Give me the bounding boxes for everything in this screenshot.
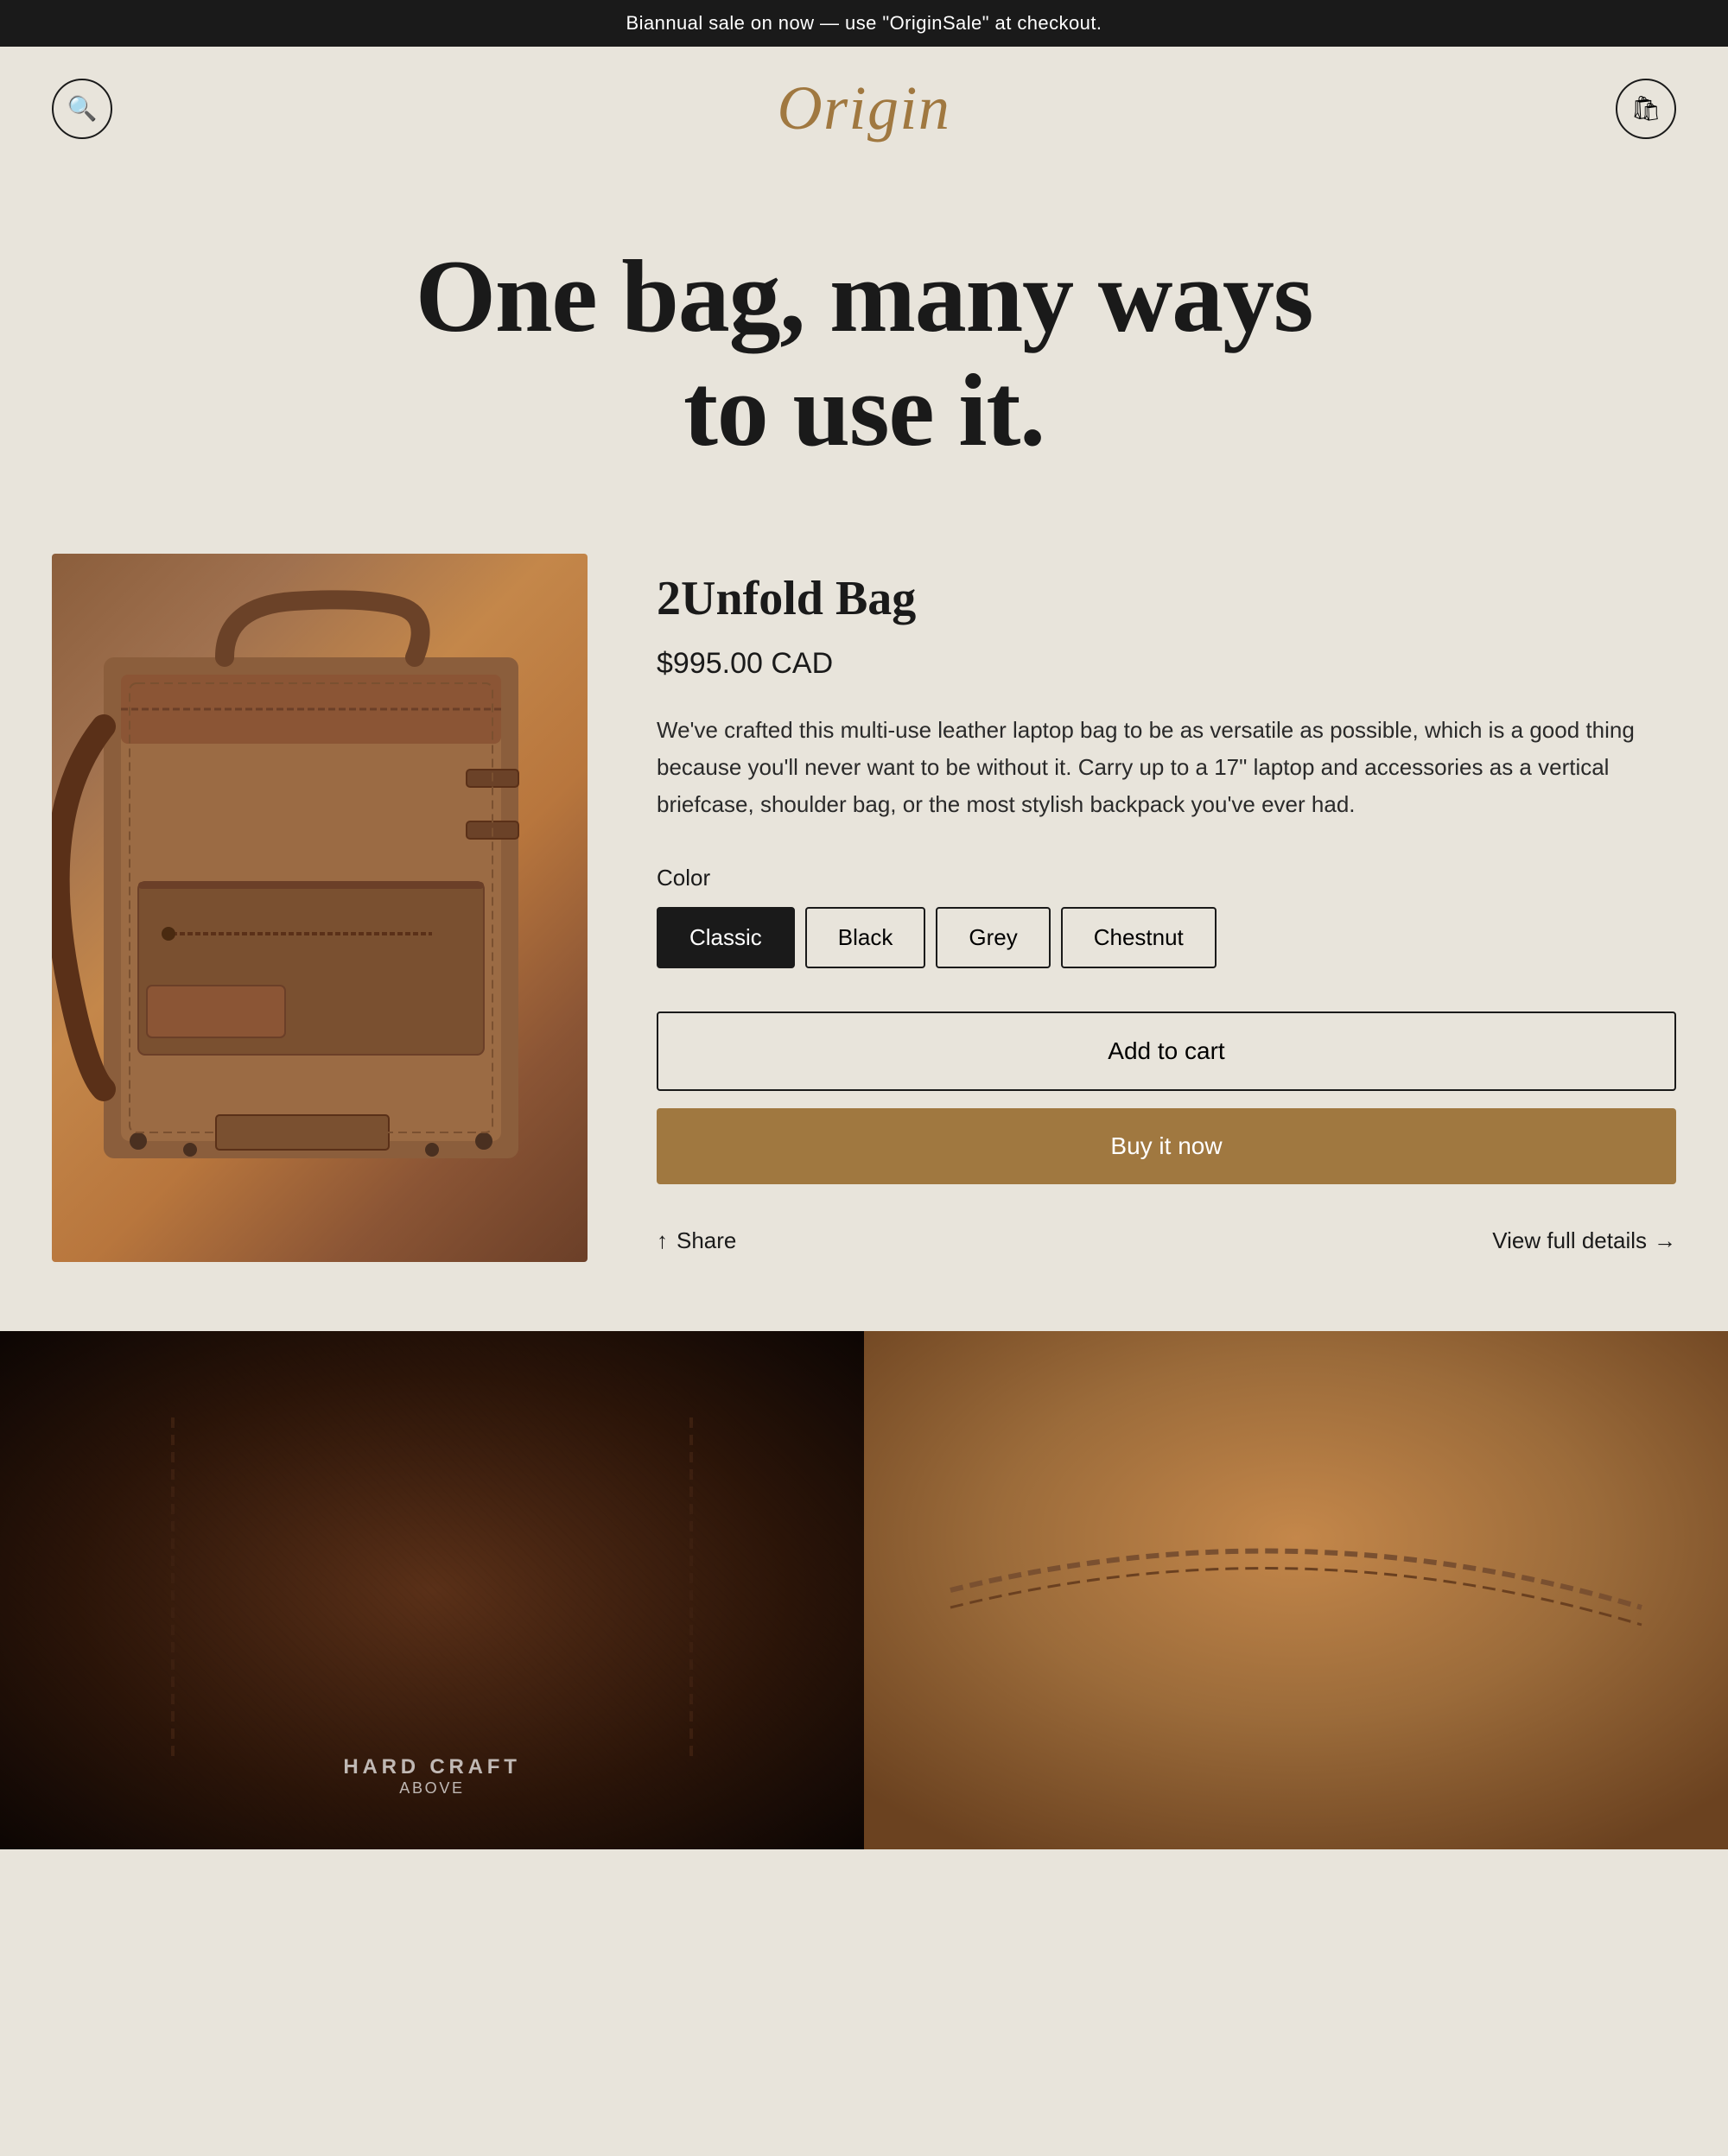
header: 🔍 Origin 🛍: [0, 47, 1728, 170]
product-title: 2Unfold Bag: [657, 571, 1676, 626]
color-options: Classic Black Grey Chestnut: [657, 907, 1676, 968]
hero-heading: One bag, many ways to use it.: [86, 239, 1642, 467]
bottom-images-strip: HARD CRAFT ABOVE: [0, 1331, 1728, 1849]
color-option-black[interactable]: Black: [805, 907, 926, 968]
announcement-text: Biannual sale on now — use "OriginSale" …: [626, 12, 1102, 34]
announcement-bar: Biannual sale on now — use "OriginSale" …: [0, 0, 1728, 47]
color-label: Color: [657, 865, 1676, 891]
search-icon: 🔍: [67, 94, 98, 123]
bottom-image-right: [864, 1331, 1728, 1849]
share-icon: ↑: [657, 1227, 668, 1254]
product-price: $995.00 CAD: [657, 647, 1676, 681]
product-details: 2Unfold Bag $995.00 CAD We've crafted th…: [657, 554, 1676, 1254]
bottom-right-bg: [864, 1331, 1728, 1849]
cart-button[interactable]: 🛍: [1616, 79, 1676, 139]
cart-icon: 🛍: [1630, 94, 1661, 123]
color-option-classic[interactable]: Classic: [657, 907, 795, 968]
product-image: [52, 554, 588, 1262]
color-option-grey[interactable]: Grey: [936, 907, 1050, 968]
view-details-label: View full details: [1492, 1227, 1647, 1254]
buy-now-button[interactable]: Buy it now: [657, 1108, 1676, 1184]
bottom-left-badge: HARD CRAFT ABOVE: [343, 1755, 520, 1798]
arrow-right-icon: →: [1654, 1227, 1676, 1254]
product-image-container: [52, 554, 588, 1262]
share-button[interactable]: ↑ Share: [657, 1227, 736, 1254]
color-option-chestnut[interactable]: Chestnut: [1061, 907, 1217, 968]
share-label: Share: [677, 1227, 736, 1254]
bottom-image-left: HARD CRAFT ABOVE: [0, 1331, 864, 1849]
product-section: 2Unfold Bag $995.00 CAD We've crafted th…: [0, 519, 1728, 1331]
search-button[interactable]: 🔍: [52, 79, 112, 139]
add-to-cart-button[interactable]: Add to cart: [657, 1011, 1676, 1091]
product-footer: ↑ Share View full details →: [657, 1227, 1676, 1254]
hero-section: One bag, many ways to use it.: [0, 170, 1728, 519]
bottom-left-bg: [0, 1331, 864, 1849]
product-description: We've crafted this multi-use leather lap…: [657, 712, 1676, 823]
bag-illustration: [52, 554, 588, 1262]
view-full-details-link[interactable]: View full details →: [1492, 1227, 1676, 1254]
site-logo: Origin: [778, 73, 951, 144]
